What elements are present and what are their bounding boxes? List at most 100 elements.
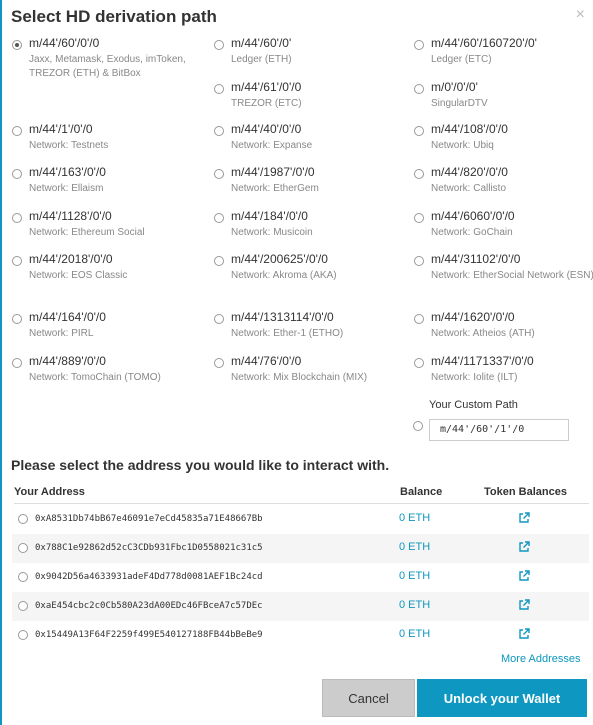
path-network: Network: Iolite (ILT) <box>431 372 518 383</box>
path-network: Network: EtherGem <box>231 183 319 194</box>
path-value: m/44'/1128'/0'/0 <box>29 209 112 223</box>
path-value: m/44'/1'/0'/0 <box>29 122 93 136</box>
path-radio[interactable] <box>214 126 224 136</box>
close-icon[interactable]: × <box>576 6 585 24</box>
derivation-path-option[interactable]: m/44'/60'/0' Ledger (ETH) <box>214 36 399 76</box>
path-radio[interactable] <box>414 358 424 368</box>
path-value: m/44'/184'/0'/0 <box>231 209 308 223</box>
external-link-icon[interactable] <box>518 628 530 640</box>
table-row[interactable]: 0x788C1e92862d52cC3CDb931Fbc1D0558021c31… <box>12 534 589 563</box>
derivation-path-option[interactable]: m/44'/1987'/0'/0 Network: EtherGem <box>214 165 399 205</box>
external-link-icon[interactable] <box>518 570 530 582</box>
path-radio[interactable] <box>12 314 22 324</box>
derivation-path-option[interactable]: m/44'/60'/0'/0 Jaxx, Metamask, Exodus, im… <box>12 36 197 79</box>
balance-link[interactable]: 0 ETH <box>399 541 430 553</box>
derivation-path-option[interactable]: m/44'/40'/0'/0 Network: Expanse <box>214 122 399 162</box>
path-value: m/44'/820'/0'/0 <box>431 165 508 179</box>
path-radio[interactable] <box>414 256 424 266</box>
balance-link[interactable]: 0 ETH <box>399 628 430 640</box>
derivation-path-option[interactable]: m/44'/1128'/0'/0 Network: Ethereum Social <box>12 209 197 249</box>
path-network: Ledger (ETC) <box>431 54 492 65</box>
path-radio[interactable] <box>214 84 224 94</box>
path-radio[interactable] <box>12 213 22 223</box>
path-value: m/44'/108'/0'/0 <box>431 122 508 136</box>
derivation-path-option[interactable]: m/44'/108'/0'/0 Network: Ubiq <box>414 122 593 162</box>
path-value: m/44'/164'/0'/0 <box>29 310 106 324</box>
balance-link[interactable]: 0 ETH <box>399 512 430 524</box>
path-value: m/44'/2018'/0'/0 <box>29 252 113 266</box>
path-network: Network: EtherSocial Network (ESN) <box>431 270 593 281</box>
external-link-icon[interactable] <box>518 599 530 611</box>
derivation-path-option[interactable]: m/44'/164'/0'/0 Network: PIRL <box>12 310 197 350</box>
derivation-path-option[interactable]: m/44'/76'/0'/0 Network: Mix Blockchain (M… <box>214 354 399 394</box>
path-radio[interactable] <box>414 169 424 179</box>
path-value: m/44'/1313114'/0'/0 <box>231 310 334 324</box>
path-radio[interactable] <box>414 213 424 223</box>
path-radio[interactable] <box>12 256 22 266</box>
table-row[interactable]: 0xA8531Db74bB67e46091e7eCd45835a71E48667… <box>12 505 589 534</box>
balance-link[interactable]: 0 ETH <box>399 599 430 611</box>
address-radio[interactable] <box>18 543 28 553</box>
address-radio[interactable] <box>18 514 28 524</box>
derivation-path-option[interactable]: m/44'/1'/0'/0 Network: Testnets <box>12 122 197 162</box>
path-network: Network: PIRL <box>29 328 94 339</box>
path-network: TREZOR (ETC) <box>231 98 302 109</box>
path-value: m/44'/60'/0'/0 <box>29 36 100 50</box>
path-radio[interactable] <box>414 314 424 324</box>
path-value: m/44'/31102'/0'/0 <box>431 252 521 266</box>
derivation-path-option[interactable]: m/44'/2018'/0'/0 Network: EOS Classic <box>12 252 197 292</box>
table-row[interactable]: 0x15449A13F64F2259f499E540127188FB44bBeB… <box>12 621 589 650</box>
path-network: Network: Ethereum Social <box>29 227 145 238</box>
derivation-path-option[interactable]: m/44'/60'/160720'/0' Ledger (ETC) <box>414 36 593 76</box>
path-network: Network: Akroma (AKA) <box>231 270 337 281</box>
table-row[interactable]: 0x9042D56a4633931adeF4Dd778d0081AEF1Bc24… <box>12 563 589 592</box>
column-token-balances: Token Balances <box>484 486 567 498</box>
path-radio[interactable] <box>414 40 424 50</box>
path-radio[interactable] <box>214 40 224 50</box>
derivation-path-option[interactable]: m/44'/184'/0'/0 Network: Musicoin <box>214 209 399 249</box>
external-link-icon[interactable] <box>518 541 530 553</box>
derivation-path-option[interactable]: m/44'/1313114'/0'/0 Network: Ether-1 (ETH… <box>214 310 399 350</box>
derivation-path-option[interactable]: m/44'/889'/0'/0 Network: TomoChain (TOMO) <box>12 354 197 394</box>
column-address: Your Address <box>14 486 85 498</box>
address-value: 0xA8531Db74bB67e46091e7eCd45835a71E48667… <box>35 514 263 524</box>
path-radio[interactable] <box>414 84 424 94</box>
derivation-path-option[interactable]: m/44'/1620'/0'/0 Network: Atheios (ATH) <box>414 310 593 350</box>
path-radio[interactable] <box>12 40 22 50</box>
path-value: m/44'/889'/0'/0 <box>29 354 106 368</box>
derivation-path-option[interactable]: m/44'/163'/0'/0 Network: Ellaism <box>12 165 197 205</box>
path-radio[interactable] <box>214 169 224 179</box>
external-link-icon[interactable] <box>518 512 530 524</box>
custom-path-radio[interactable] <box>413 421 423 431</box>
balance-link[interactable]: 0 ETH <box>399 570 430 582</box>
path-value: m/44'/6060'/0'/0 <box>431 209 515 223</box>
derivation-path-option[interactable]: m/44'/6060'/0'/0 Network: GoChain <box>414 209 593 249</box>
path-radio[interactable] <box>214 256 224 266</box>
address-radio[interactable] <box>18 630 28 640</box>
path-radio[interactable] <box>214 314 224 324</box>
path-radio[interactable] <box>214 213 224 223</box>
custom-path-input[interactable]: m/44'/60'/1'/0 <box>429 419 569 441</box>
path-radio[interactable] <box>414 126 424 136</box>
path-radio[interactable] <box>12 358 22 368</box>
derivation-path-option[interactable]: m/44'/200625'/0'/0 Network: Akroma (AKA) <box>214 252 399 292</box>
derivation-path-option[interactable]: m/44'/1171337'/0'/0 Network: Iolite (ILT) <box>414 354 593 394</box>
derivation-path-option[interactable]: m/44'/820'/0'/0 Network: Callisto <box>414 165 593 205</box>
derivation-path-option[interactable]: m/44'/31102'/0'/0 Network: EtherSocial Ne… <box>414 252 593 292</box>
more-addresses-link[interactable]: More Addresses <box>501 653 580 665</box>
address-value: 0x15449A13F64F2259f499E540127188FB44bBeB… <box>35 630 263 640</box>
path-value: m/44'/76'/0'/0 <box>231 354 302 368</box>
path-value: m/44'/40'/0'/0 <box>231 122 302 136</box>
derivation-path-option[interactable]: m/0'/0'/0' SingularDTV <box>414 80 593 120</box>
path-value: m/44'/200625'/0'/0 <box>231 252 328 266</box>
address-radio[interactable] <box>18 601 28 611</box>
path-radio[interactable] <box>12 169 22 179</box>
cancel-button[interactable]: Cancel <box>322 679 415 717</box>
table-row[interactable]: 0xaE454cbc2c0Cb580A23dA00EDc46FBceA7c57D… <box>12 592 589 621</box>
path-radio[interactable] <box>12 126 22 136</box>
derivation-path-option[interactable]: m/44'/61'/0'/0 TREZOR (ETC) <box>214 80 399 120</box>
address-radio[interactable] <box>18 572 28 582</box>
address-table-header: Your Address Balance Token Balances <box>14 482 589 504</box>
unlock-wallet-button[interactable]: Unlock your Wallet <box>417 679 587 717</box>
path-radio[interactable] <box>214 358 224 368</box>
